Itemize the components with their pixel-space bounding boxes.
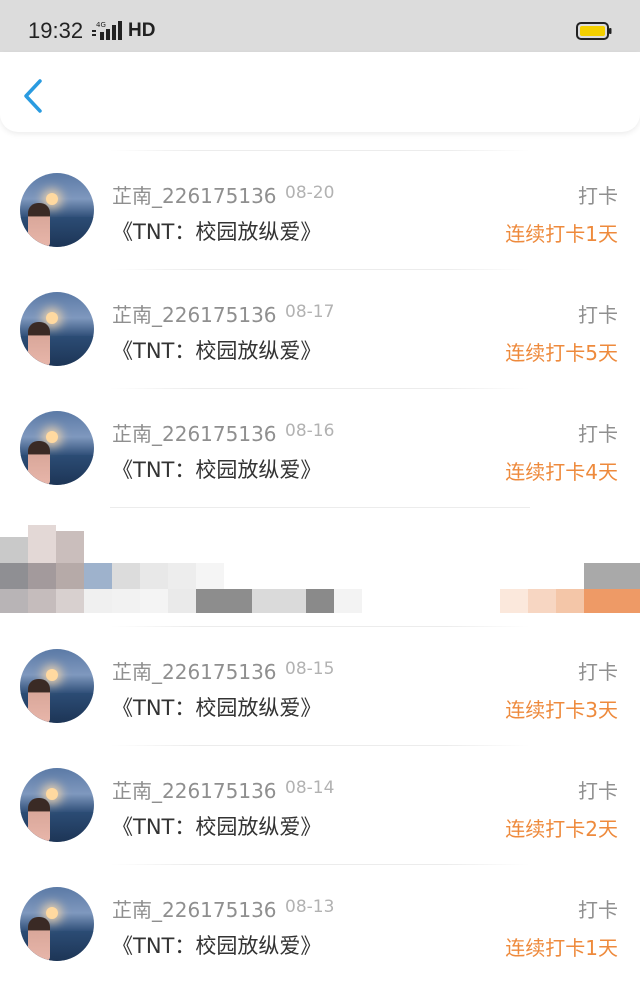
checkin-tag: 打卡 [578, 898, 618, 922]
username[interactable]: 芷南_226175136 [112, 656, 277, 685]
list-item[interactable]: 芷南_226175136 08-15 《TNT：校园放纵爱》 打卡 连续打卡3天 [0, 626, 640, 745]
battery-icon [576, 22, 612, 40]
book-title[interactable]: 《TNT：校园放纵爱》 [112, 454, 321, 484]
username[interactable]: 芷南_226175136 [112, 775, 277, 804]
date: 08-16 [285, 421, 335, 441]
streak-label: 连续打卡4天 [505, 460, 618, 484]
streak-label: 连续打卡2天 [505, 817, 618, 841]
checkin-tag: 打卡 [578, 660, 618, 684]
back-button[interactable] [20, 78, 48, 114]
divider [110, 150, 530, 151]
username[interactable]: 芷南_226175136 [112, 180, 277, 209]
checkin-tag: 打卡 [578, 422, 618, 446]
divider [110, 864, 530, 865]
checkin-tag: 打卡 [578, 303, 618, 327]
streak-label: 连续打卡3天 [505, 698, 618, 722]
nav-bar [0, 52, 640, 132]
list-item[interactable]: 芷南_226175136 08-14 《TNT：校园放纵爱》 打卡 连续打卡2天 [0, 745, 640, 864]
checkin-list: 芷南_226175136 08-20 《TNT：校园放纵爱》 打卡 连续打卡1天… [0, 150, 640, 983]
book-title[interactable]: 《TNT：校园放纵爱》 [112, 811, 321, 841]
streak-label: 连续打卡1天 [505, 222, 618, 246]
checkin-tag: 打卡 [578, 184, 618, 208]
username[interactable]: 芷南_226175136 [112, 894, 277, 923]
avatar[interactable] [20, 411, 94, 485]
book-title[interactable]: 《TNT：校园放纵爱》 [112, 930, 321, 960]
checkin-tag: 打卡 [578, 779, 618, 803]
date: 08-17 [285, 302, 335, 322]
list-item[interactable]: 芷南_226175136 08-13 《TNT：校园放纵爱》 打卡 连续打卡1天 [0, 864, 640, 983]
date: 08-14 [285, 778, 335, 798]
avatar[interactable] [20, 292, 94, 366]
date: 08-13 [285, 897, 335, 917]
list-item[interactable]: 芷南_226175136 08-20 《TNT：校园放纵爱》 打卡 连续打卡1天 [0, 150, 640, 269]
streak-label: 连续打卡5天 [505, 341, 618, 365]
list-item[interactable]: 芷南_226175136 08-17 《TNT：校园放纵爱》 打卡 连续打卡5天 [0, 269, 640, 388]
date: 08-15 [285, 659, 335, 679]
screen: 19:32 4G HD 芷南_226175136 08-20 《TNT：校园放纵… [0, 0, 640, 994]
status-bar: 19:32 4G HD [0, 0, 640, 52]
username[interactable]: 芷南_226175136 [112, 418, 277, 447]
book-title[interactable]: 《TNT：校园放纵爱》 [112, 216, 321, 246]
username[interactable]: 芷南_226175136 [112, 299, 277, 328]
avatar[interactable] [20, 173, 94, 247]
redacted-list-item [0, 507, 640, 626]
avatar[interactable] [20, 887, 94, 961]
divider [110, 388, 530, 389]
signal-label: 4G [96, 21, 106, 29]
book-title[interactable]: 《TNT：校园放纵爱》 [112, 692, 321, 722]
divider [110, 745, 530, 746]
divider [110, 269, 530, 270]
network-type: HD [128, 20, 156, 41]
streak-label: 连续打卡1天 [505, 936, 618, 960]
date: 08-20 [285, 183, 335, 203]
avatar[interactable] [20, 649, 94, 723]
book-title[interactable]: 《TNT：校园放纵爱》 [112, 335, 321, 365]
signal-icon: 4G [92, 21, 122, 40]
avatar[interactable] [20, 768, 94, 842]
list-item[interactable]: 芷南_226175136 08-16 《TNT：校园放纵爱》 打卡 连续打卡4天 [0, 388, 640, 507]
divider [110, 626, 530, 627]
status-time: 19:32 [28, 18, 84, 43]
